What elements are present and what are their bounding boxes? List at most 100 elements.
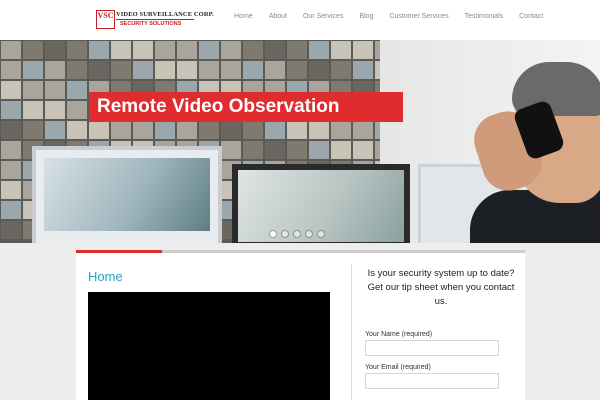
- nav-home[interactable]: Home: [234, 12, 253, 22]
- camera-feed-tile: [243, 141, 263, 159]
- camera-feed-tile: [23, 41, 43, 59]
- camera-feed-tile: [309, 41, 329, 59]
- camera-feed-tile: [67, 41, 87, 59]
- camera-feed-tile: [221, 141, 241, 159]
- camera-feed-tile: [1, 181, 21, 199]
- promo-offer: Get our tip sheet when you contact us.: [367, 282, 515, 307]
- hero-slider[interactable]: Remote Video Observation: [0, 40, 600, 243]
- email-field[interactable]: [365, 373, 499, 389]
- camera-feed-tile: [287, 41, 307, 59]
- logo-company-name: VIDEO SURVEILLANCE CORP.: [116, 11, 214, 18]
- sidebar-promo: Is your security system up to date? Get …: [366, 267, 516, 309]
- nav-about[interactable]: About: [269, 12, 287, 22]
- camera-feed-tile: [67, 121, 87, 139]
- camera-feed-tile: [243, 121, 263, 139]
- column-divider: [351, 264, 352, 400]
- camera-feed-tile: [67, 61, 87, 79]
- camera-feed-tile: [23, 61, 43, 79]
- camera-feed-tile: [45, 61, 65, 79]
- camera-feed-tile: [353, 61, 373, 79]
- video-player[interactable]: [88, 292, 330, 400]
- camera-feed-tile: [1, 201, 21, 219]
- camera-feed-tile: [243, 41, 263, 59]
- slider-dot[interactable]: [305, 230, 313, 238]
- camera-feed-tile: [45, 41, 65, 59]
- camera-feed-tile: [353, 41, 373, 59]
- camera-feed-tile: [155, 121, 175, 139]
- hero-banner-title: Remote Video Observation: [89, 92, 403, 122]
- camera-feed-tile: [221, 121, 241, 139]
- camera-feed-tile: [331, 61, 351, 79]
- slider-dot[interactable]: [293, 230, 301, 238]
- camera-feed-tile: [133, 61, 153, 79]
- camera-feed-tile: [177, 61, 197, 79]
- camera-feed-tile: [45, 81, 65, 99]
- slider-dot[interactable]: [317, 230, 325, 238]
- camera-feed-tile: [177, 121, 197, 139]
- camera-feed-tile: [45, 101, 65, 119]
- camera-feed-tile: [111, 41, 131, 59]
- camera-feed-tile: [199, 121, 219, 139]
- camera-feed-tile: [133, 121, 153, 139]
- email-label: Your Email (required): [365, 364, 431, 371]
- camera-feed-tile: [199, 41, 219, 59]
- slider-dot[interactable]: [269, 230, 277, 238]
- camera-feed-tile: [243, 61, 263, 79]
- hero-monitor-left: [32, 146, 222, 243]
- nav-customer-services[interactable]: Customer Services: [389, 12, 448, 22]
- camera-feed-tile: [1, 221, 21, 239]
- nav-blog[interactable]: Blog: [359, 12, 373, 22]
- camera-feed-tile: [309, 61, 329, 79]
- camera-feed-tile: [1, 161, 21, 179]
- camera-feed-tile: [1, 101, 21, 119]
- name-field[interactable]: [365, 340, 499, 356]
- camera-feed-tile: [1, 41, 21, 59]
- camera-feed-tile: [1, 141, 21, 159]
- slider-dot[interactable]: [281, 230, 289, 238]
- camera-feed-tile: [89, 121, 109, 139]
- camera-feed-tile: [353, 121, 373, 139]
- camera-feed-tile: [221, 61, 241, 79]
- camera-feed-tile: [89, 41, 109, 59]
- page-title: Home: [88, 269, 123, 284]
- camera-feed-tile: [67, 101, 87, 119]
- camera-feed-tile: [199, 61, 219, 79]
- camera-feed-tile: [67, 81, 87, 99]
- logo-tagline: SECURITY SOLUTIONS: [120, 21, 182, 27]
- camera-feed-tile: [23, 121, 43, 139]
- camera-feed-tile: [287, 141, 307, 159]
- camera-feed-tile: [353, 141, 373, 159]
- camera-feed-tile: [309, 141, 329, 159]
- main-nav: Home About Our Services Blog Customer Se…: [234, 12, 559, 22]
- nav-our-services[interactable]: Our Services: [303, 12, 343, 22]
- camera-feed-tile: [1, 121, 21, 139]
- camera-feed-tile: [331, 141, 351, 159]
- name-label: Your Name (required): [365, 331, 433, 338]
- camera-feed-tile: [133, 41, 153, 59]
- camera-feed-tile: [89, 61, 109, 79]
- camera-feed-tile: [23, 101, 43, 119]
- camera-feed-tile: [331, 121, 351, 139]
- camera-feed-tile: [331, 41, 351, 59]
- camera-feed-tile: [265, 41, 285, 59]
- nav-testimonials[interactable]: Testimonials: [465, 12, 504, 22]
- camera-feed-tile: [1, 81, 21, 99]
- site-logo[interactable]: VSC VIDEO SURVEILLANCE CORP. SECURITY SO…: [96, 9, 214, 31]
- camera-feed-tile: [309, 121, 329, 139]
- camera-feed-tile: [287, 61, 307, 79]
- camera-feed-tile: [1, 61, 21, 79]
- camera-feed-tile: [23, 81, 43, 99]
- camera-feed-tile: [265, 121, 285, 139]
- camera-feed-tile: [111, 61, 131, 79]
- nav-contact[interactable]: Contact: [519, 12, 543, 22]
- camera-feed-tile: [177, 41, 197, 59]
- camera-feed-tile: [155, 61, 175, 79]
- camera-feed-tile: [221, 41, 241, 59]
- logo-mark: VSC: [96, 10, 115, 29]
- camera-feed-tile: [155, 41, 175, 59]
- content-area: Home Is your security system up to date?…: [76, 250, 525, 400]
- slider-pagination: [269, 230, 329, 238]
- logo-rule: [116, 19, 194, 20]
- camera-feed-tile: [265, 141, 285, 159]
- camera-feed-tile: [265, 61, 285, 79]
